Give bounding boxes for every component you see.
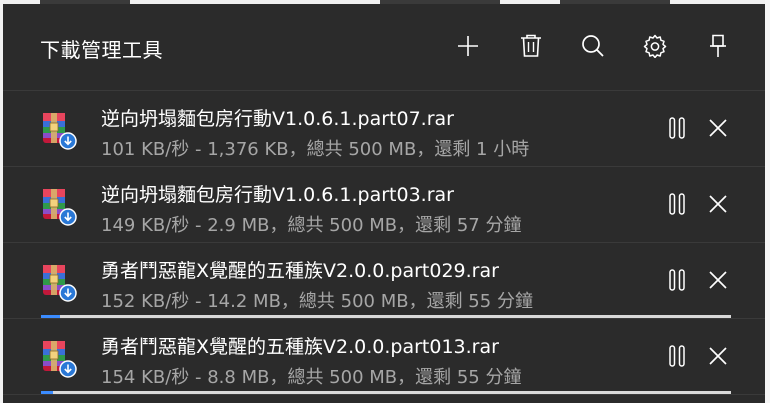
rar-archive-icon bbox=[43, 189, 77, 226]
desktop-background-right bbox=[765, 0, 770, 403]
pause-button[interactable] bbox=[663, 341, 691, 371]
file-name: 勇者鬥惡龍X覺醒的五種族V2.0.0.part029.rar bbox=[101, 260, 499, 282]
close-icon bbox=[709, 119, 727, 137]
pause-button[interactable] bbox=[663, 189, 691, 219]
download-item[interactable]: 逆向坍塌麵包房行動V1.0.6.1.part07.rar 101 KB/秒 - … bbox=[3, 90, 765, 167]
search-icon bbox=[582, 35, 604, 57]
cancel-button[interactable] bbox=[703, 265, 733, 295]
file-name: 逆向坍塌麵包房行動V1.0.6.1.part03.rar bbox=[101, 184, 454, 206]
trash-icon bbox=[521, 34, 541, 57]
close-icon bbox=[709, 195, 727, 213]
pause-icon bbox=[669, 193, 685, 215]
panel-title: 下載管理工具 bbox=[40, 38, 163, 62]
gear-icon bbox=[643, 34, 667, 58]
file-name: 逆向坍塌麵包房行動V1.0.6.1.part07.rar bbox=[101, 108, 454, 130]
pin-button[interactable] bbox=[700, 28, 736, 64]
search-button[interactable] bbox=[575, 28, 611, 64]
pause-button[interactable] bbox=[663, 113, 691, 143]
pause-button[interactable] bbox=[663, 265, 691, 295]
download-item[interactable]: 勇者鬥惡龍X覺醒的五種族V2.0.0.part013.rar 154 KB/秒 … bbox=[3, 319, 765, 395]
progress-fill bbox=[41, 315, 61, 318]
cancel-button[interactable] bbox=[703, 113, 733, 143]
close-icon bbox=[709, 271, 727, 289]
progress-bar bbox=[41, 391, 731, 394]
download-panel: 下載管理工具 逆向坍塌麵包房行動V1.0.6.1.part07.rar 101 … bbox=[3, 4, 765, 403]
pin-icon bbox=[710, 34, 726, 57]
progress-fill bbox=[41, 391, 54, 394]
progress-bar bbox=[41, 315, 731, 318]
rar-archive-icon bbox=[43, 265, 77, 302]
download-status: 152 KB/秒 - 14.2 MB，總共 500 MB，還剩 55 分鐘 bbox=[101, 291, 533, 312]
close-icon bbox=[709, 347, 727, 365]
panel-header: 下載管理工具 bbox=[3, 4, 765, 88]
download-status: 149 KB/秒 - 2.9 MB，總共 500 MB，還剩 57 分鐘 bbox=[101, 215, 522, 236]
settings-button[interactable] bbox=[637, 28, 673, 64]
pause-icon bbox=[669, 345, 685, 367]
cancel-button[interactable] bbox=[703, 341, 733, 371]
cancel-button[interactable] bbox=[703, 189, 733, 219]
download-manager-window: 下載管理工具 逆向坍塌麵包房行動V1.0.6.1.part07.rar 101 … bbox=[0, 0, 770, 403]
rar-archive-icon bbox=[43, 341, 77, 378]
pause-icon bbox=[669, 269, 685, 291]
rar-archive-icon bbox=[43, 113, 77, 150]
download-status: 154 KB/秒 - 8.8 MB，總共 500 MB，還剩 55 分鐘 bbox=[101, 367, 522, 388]
add-button[interactable] bbox=[450, 28, 486, 64]
download-status: 101 KB/秒 - 1,376 KB，總共 500 MB，還剩 1 小時 bbox=[101, 139, 530, 160]
download-item[interactable]: 勇者鬥惡龍X覺醒的五種族V2.0.0.part029.rar 152 KB/秒 … bbox=[3, 243, 765, 319]
plus-icon bbox=[458, 36, 478, 56]
pause-icon bbox=[669, 117, 685, 139]
download-list: 逆向坍塌麵包房行動V1.0.6.1.part07.rar 101 KB/秒 - … bbox=[3, 90, 765, 395]
file-name: 勇者鬥惡龍X覺醒的五種族V2.0.0.part013.rar bbox=[101, 336, 499, 358]
download-item[interactable]: 逆向坍塌麵包房行動V1.0.6.1.part03.rar 149 KB/秒 - … bbox=[3, 167, 765, 243]
delete-button[interactable] bbox=[513, 28, 549, 64]
